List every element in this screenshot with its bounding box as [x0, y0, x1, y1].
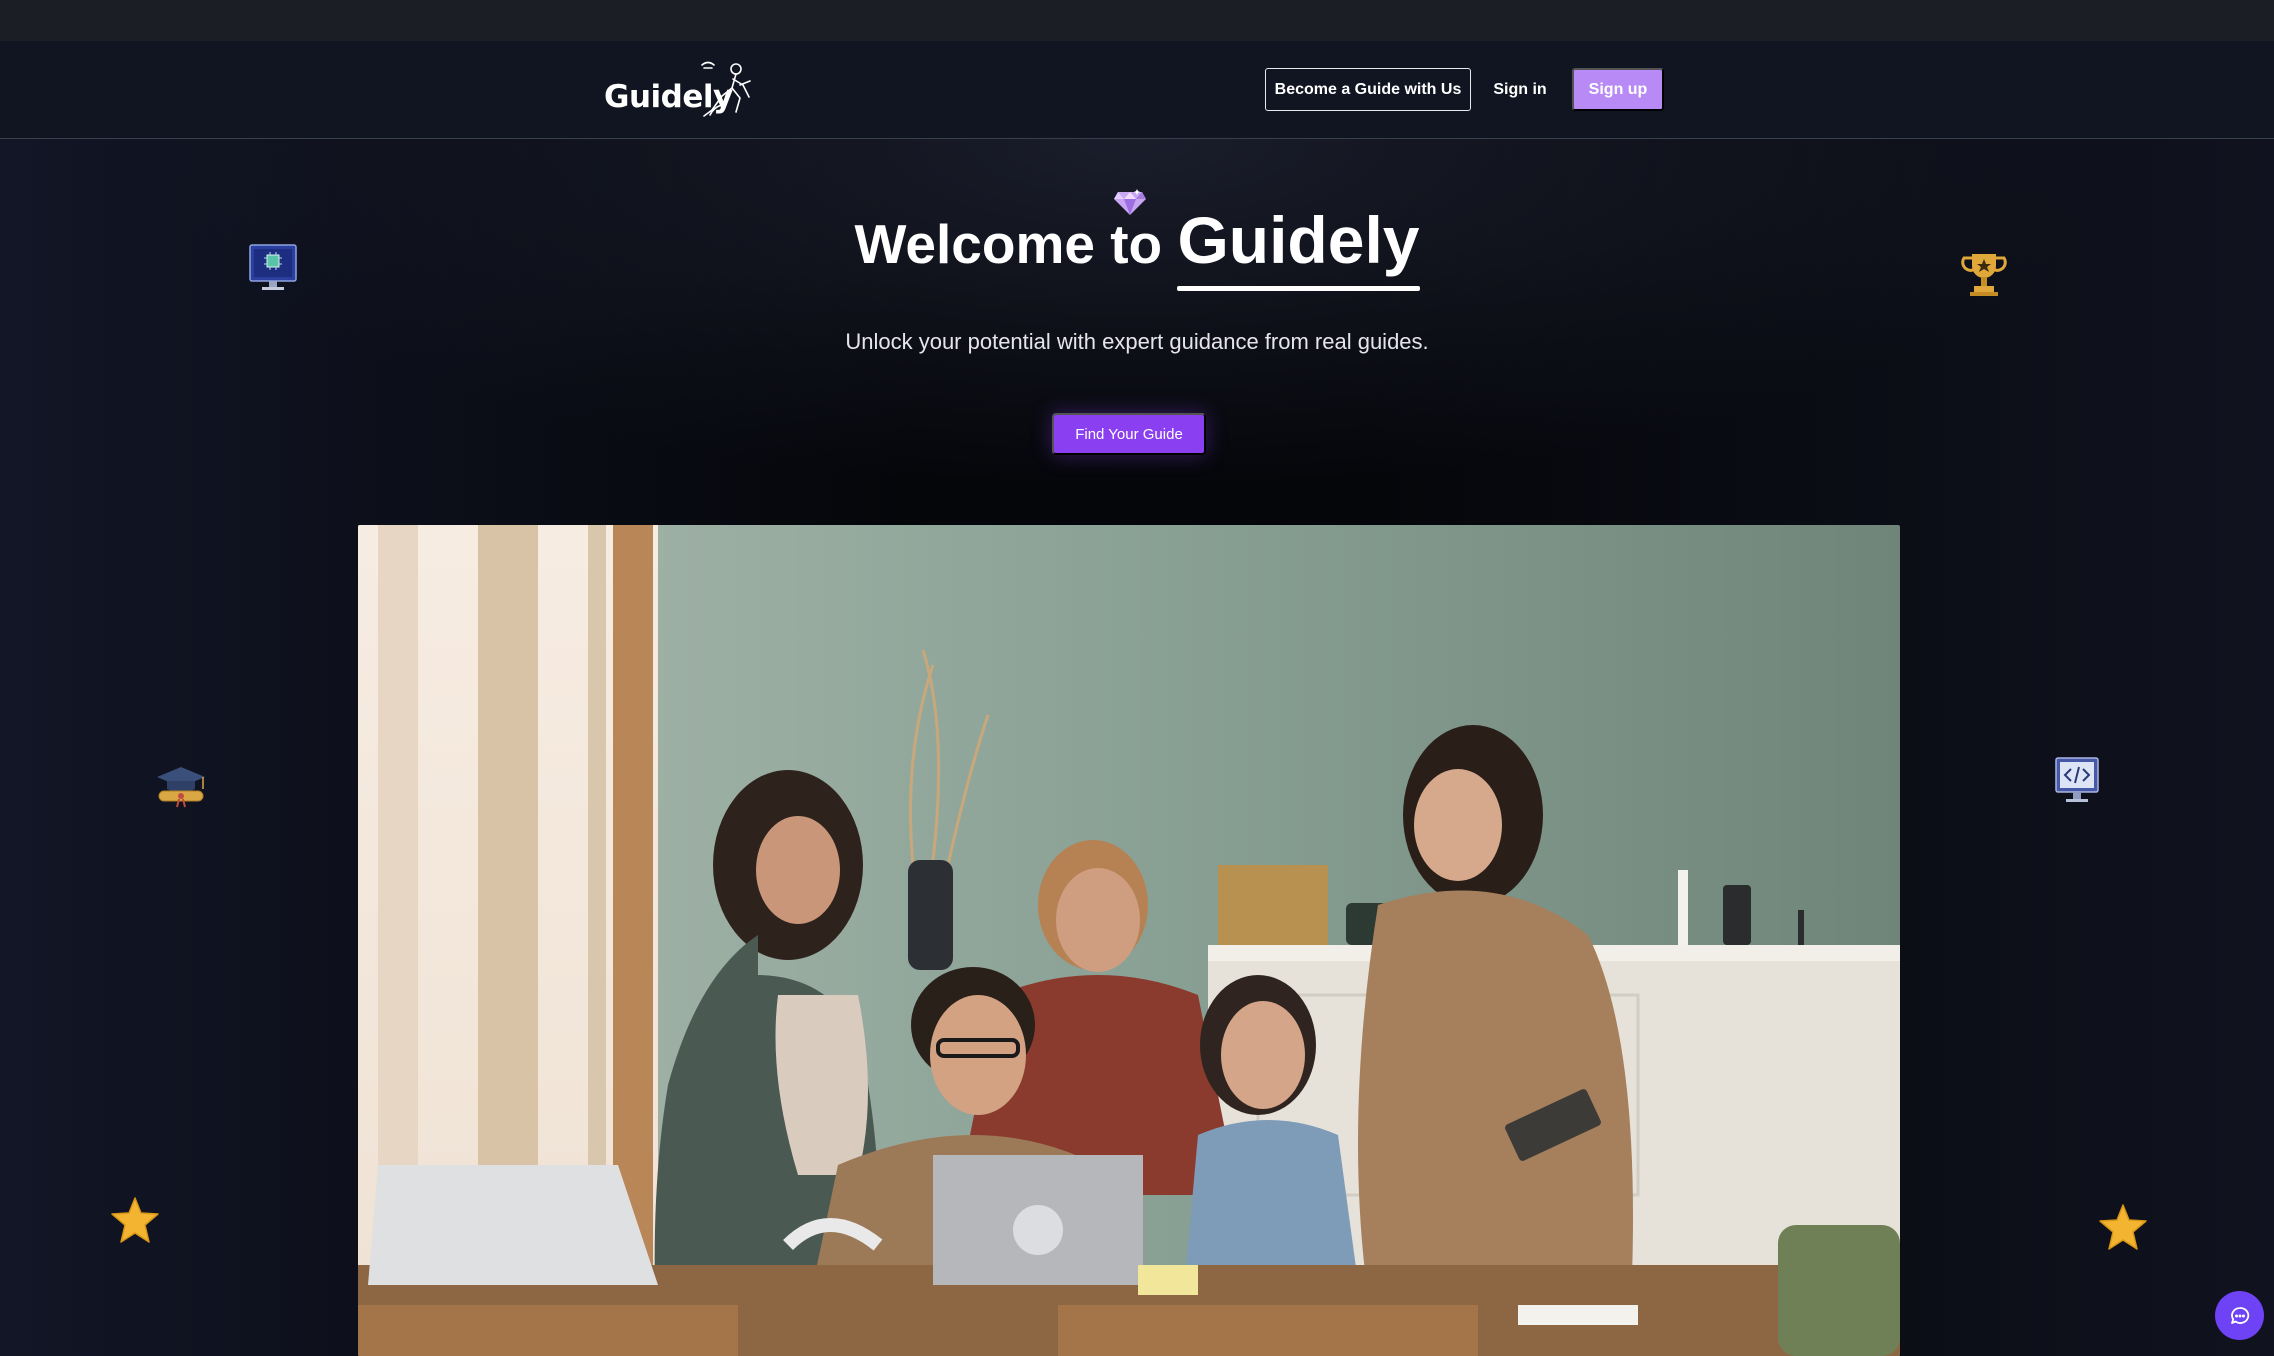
hero-title-brand: Guidely — [1177, 203, 1420, 291]
signup-button[interactable]: Sign up — [1572, 68, 1664, 111]
chat-button[interactable] — [2215, 1291, 2264, 1340]
logo[interactable]: Guidely — [604, 59, 760, 121]
browser-top-strip — [0, 0, 2274, 41]
navbar: Guidely Become a Guide with Us Sign in S… — [0, 41, 2274, 139]
hero-subtitle: Unlock your potential with expert guidan… — [845, 329, 1429, 354]
graduation-cap-icon — [157, 767, 205, 808]
trophy-icon — [1961, 254, 2007, 296]
chat-bubble-icon — [2230, 1306, 2249, 1324]
find-guide-button[interactable]: Find Your Guide — [1052, 413, 1206, 455]
become-guide-button[interactable]: Become a Guide with Us — [1265, 68, 1471, 111]
code-monitor-icon — [2055, 757, 2099, 802]
hero-title-prefix: Welcome to — [854, 213, 1178, 275]
star-icon — [111, 1197, 159, 1243]
hero-title: Welcome to Guidely — [0, 203, 2274, 291]
guide-climber-icon — [701, 61, 751, 117]
hero-photo — [358, 525, 1900, 1356]
computer-chip-icon — [249, 244, 297, 290]
star-icon — [2099, 1204, 2147, 1250]
signin-link[interactable]: Sign in — [1482, 68, 1558, 111]
